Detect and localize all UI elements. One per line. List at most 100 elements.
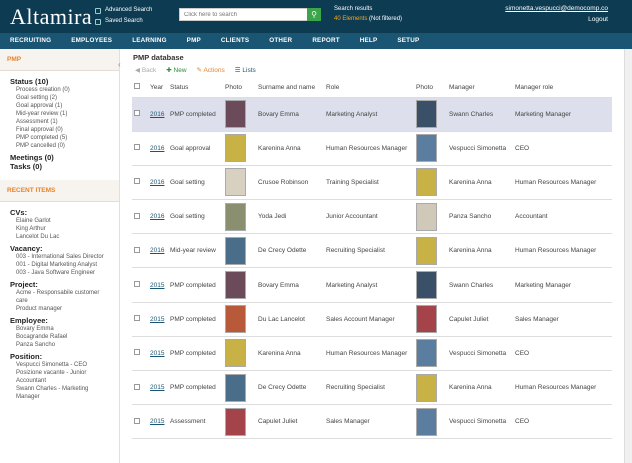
project-title: Project: bbox=[10, 280, 38, 289]
recent-cv[interactable]: Lancelot Du Lac bbox=[10, 233, 109, 241]
position-title: Position: bbox=[10, 352, 43, 361]
recent-vacancy[interactable]: 001 - Digital Marketing Analyst bbox=[10, 261, 109, 269]
nav-learning[interactable]: LEARNING bbox=[122, 33, 176, 49]
recent-position[interactable]: Vespucci Simonetta - CEO bbox=[10, 361, 109, 369]
employee-name-cell: Karenina Anna bbox=[256, 131, 324, 166]
year-link[interactable]: 2015 bbox=[150, 384, 164, 391]
manager-role-cell: Accountant bbox=[513, 199, 612, 235]
table-row[interactable]: 2016 Goal setting Yoda Jedi Junior Accounta… bbox=[132, 199, 612, 235]
recent-project[interactable]: Acme - Responsabile customer care bbox=[10, 289, 109, 305]
table-row[interactable]: 2016 PMP completed Bovary Emma Marketing An… bbox=[132, 97, 612, 132]
row-checkbox[interactable] bbox=[134, 178, 140, 185]
recent-employee[interactable]: Bocagrande Rafael bbox=[10, 333, 109, 341]
scrollbar[interactable] bbox=[624, 49, 632, 463]
row-checkbox[interactable] bbox=[134, 110, 140, 117]
year-link[interactable]: 2015 bbox=[150, 282, 164, 289]
user-email-link[interactable]: simonetta.vespucci@democomp.co bbox=[505, 3, 608, 14]
year-link[interactable]: 2015 bbox=[150, 418, 164, 425]
row-checkbox[interactable] bbox=[134, 383, 140, 390]
select-all-checkbox[interactable] bbox=[134, 83, 140, 90]
status-item[interactable]: Process creation (0) bbox=[10, 86, 109, 94]
manager-role-cell: CEO bbox=[513, 131, 612, 166]
nav-employees[interactable]: EMPLOYEES bbox=[61, 33, 122, 49]
table-row[interactable]: 2015 PMP completed Karenina Anna Human Reso… bbox=[132, 336, 612, 372]
row-checkbox[interactable] bbox=[134, 212, 140, 219]
search-icon: ⚲ bbox=[311, 10, 317, 19]
status-item[interactable]: PMP completed (5) bbox=[10, 134, 109, 142]
nav-pmp[interactable]: PMP bbox=[177, 33, 211, 49]
col-year[interactable]: Year bbox=[148, 78, 168, 98]
lists-button[interactable]: ☰ Lists bbox=[235, 66, 256, 74]
table-row[interactable]: 2015 Assessment Capulet Juliet Sales Manage… bbox=[132, 404, 612, 440]
row-checkbox[interactable] bbox=[134, 144, 140, 151]
manager-role-cell: CEO bbox=[513, 336, 612, 372]
recent-position[interactable]: Posizione vacante - Junior Accountant bbox=[10, 369, 109, 385]
nav-recruiting[interactable]: RECRUITING bbox=[0, 33, 61, 49]
recent-employee[interactable]: Bovary Emma bbox=[10, 325, 109, 333]
table-row[interactable]: 2016 Goal approval Karenina Anna Human Reso… bbox=[132, 131, 612, 166]
recent-cv[interactable]: King Arthur bbox=[10, 225, 109, 233]
nav-report[interactable]: REPORT bbox=[302, 33, 349, 49]
status-item[interactable]: Goal approval (1) bbox=[10, 102, 109, 110]
row-checkbox[interactable] bbox=[134, 417, 140, 424]
status-item[interactable]: Goal setting (2) bbox=[10, 94, 109, 102]
logout-link[interactable]: Logout bbox=[505, 14, 608, 25]
manager-cell: Vespucci Simonetta bbox=[447, 336, 513, 372]
status-item[interactable]: Final approval (0) bbox=[10, 126, 109, 134]
row-checkbox[interactable] bbox=[134, 315, 140, 322]
row-checkbox[interactable] bbox=[134, 246, 140, 253]
status-item[interactable]: PMP cancelled (0) bbox=[10, 142, 109, 150]
row-checkbox[interactable] bbox=[134, 281, 140, 288]
col-name[interactable]: Surname and name bbox=[256, 78, 324, 98]
advanced-search-link[interactable]: Advanced Search bbox=[95, 5, 152, 16]
search-button[interactable]: ⚲ bbox=[307, 8, 321, 21]
recent-project[interactable]: Product manager bbox=[10, 305, 109, 313]
new-button[interactable]: ✚ New bbox=[166, 66, 186, 74]
collapse-sidebar-icon[interactable]: ‹ bbox=[118, 60, 126, 69]
recent-employee[interactable]: Panza Sancho bbox=[10, 341, 109, 349]
status-item[interactable]: Assessment (1) bbox=[10, 118, 109, 126]
meetings-link[interactable]: Meetings (0) bbox=[10, 154, 109, 162]
year-link[interactable]: 2016 bbox=[150, 111, 164, 118]
role-cell: Recruiting Specialist bbox=[324, 370, 414, 406]
search-input[interactable] bbox=[179, 8, 308, 21]
year-link[interactable]: 2016 bbox=[150, 247, 164, 254]
employee-name-cell: Du Lac Lancelot bbox=[256, 302, 324, 337]
table-row[interactable]: 2016 Goal setting Crusoe Robinson Training … bbox=[132, 165, 612, 201]
col-manager[interactable]: Manager bbox=[447, 78, 513, 98]
nav-help[interactable]: HELP bbox=[350, 33, 388, 49]
actions-button[interactable]: ✎ Actions bbox=[197, 66, 225, 74]
nav-setup[interactable]: SETUP bbox=[387, 33, 429, 49]
table-row[interactable]: 2016 Mid-year review De Crecy Odette Recrui… bbox=[132, 233, 612, 269]
recent-vacancy[interactable]: 003 - Java Software Engineer bbox=[10, 269, 109, 277]
tasks-link[interactable]: Tasks (0) bbox=[10, 163, 109, 171]
year-link[interactable]: 2015 bbox=[150, 316, 164, 323]
employee-name-cell: Karenina Anna bbox=[256, 336, 324, 372]
status-item[interactable]: Mid-year review (1) bbox=[10, 110, 109, 118]
year-link[interactable]: 2015 bbox=[150, 350, 164, 357]
manager-role-cell: Marketing Manager bbox=[513, 267, 612, 303]
year-link[interactable]: 2016 bbox=[150, 213, 164, 220]
status-title[interactable]: Status (10) bbox=[10, 78, 109, 86]
recent-position[interactable]: Swann Charles - Marketing Manager bbox=[10, 385, 109, 401]
manager-role-cell: CEO bbox=[513, 404, 612, 440]
year-link[interactable]: 2016 bbox=[150, 179, 164, 186]
col-manager-role[interactable]: Manager role bbox=[513, 78, 612, 98]
back-button[interactable]: ◀ Back bbox=[135, 66, 156, 74]
col-role[interactable]: Role bbox=[324, 78, 414, 98]
employee-photo bbox=[225, 305, 246, 334]
advanced-search-icon bbox=[95, 7, 101, 14]
year-link[interactable]: 2016 bbox=[150, 145, 164, 152]
recent-cv[interactable]: Elaine Garlot bbox=[10, 217, 109, 225]
col-manager-photo: Photo bbox=[414, 78, 447, 98]
nav-other[interactable]: OTHER bbox=[259, 33, 302, 49]
table-row[interactable]: 2015 PMP completed Bovary Emma Marketing An… bbox=[132, 267, 612, 303]
table-row[interactable]: 2015 PMP completed De Crecy Odette Recruiti… bbox=[132, 370, 612, 406]
recent-vacancy[interactable]: 003 - International Sales Director bbox=[10, 253, 109, 261]
col-status[interactable]: Status bbox=[168, 78, 223, 98]
row-checkbox[interactable] bbox=[134, 349, 140, 356]
employee-name-cell: Yoda Jedi bbox=[256, 199, 324, 235]
nav-clients[interactable]: CLIENTS bbox=[211, 33, 259, 49]
table-row[interactable]: 2015 PMP completed Du Lac Lancelot Sales Ac… bbox=[132, 302, 612, 337]
saved-search-link[interactable]: Saved Search bbox=[95, 16, 152, 27]
